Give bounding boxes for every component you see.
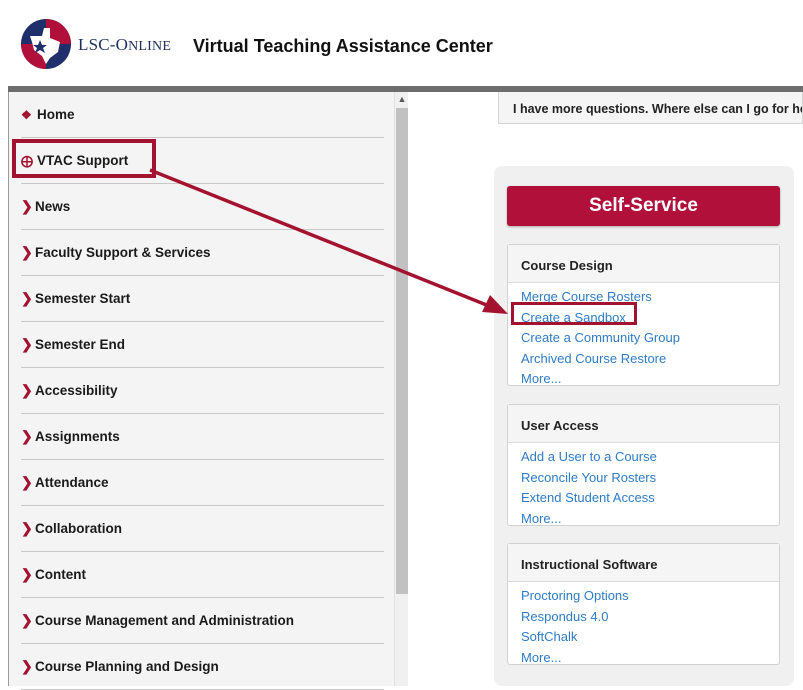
chevron-right-icon: ❯ (21, 520, 33, 536)
course-design-more-link[interactable]: More... (521, 369, 779, 390)
scrollbar-thumb[interactable] (396, 108, 408, 594)
sidebar-item-assignments[interactable]: ❯ Assignments (21, 414, 384, 460)
site-header: LSC-ONLINE Virtual Teaching Assistance C… (8, 0, 803, 90)
sidebar-item-label: Semester End (35, 337, 126, 352)
sidebar-item-content[interactable]: ❯ Content (21, 552, 384, 598)
sidebar-item-faculty-support[interactable]: ❯ Faculty Support & Services (21, 230, 384, 276)
home-icon: ❖ (21, 107, 32, 122)
instructional-software-card: Instructional Software Proctoring Option… (507, 543, 780, 665)
sidebar-item-label: Collaboration (35, 521, 122, 536)
create-community-group-link[interactable]: Create a Community Group (521, 328, 779, 349)
sidebar-item-label: Attendance (35, 475, 109, 490)
sidebar-item-attendance[interactable]: ❯ Attendance (21, 460, 384, 506)
vtac-support-highlight (12, 139, 156, 178)
proctoring-options-link[interactable]: Proctoring Options (521, 586, 779, 607)
sidebar-item-label: Home (37, 107, 75, 122)
card-title: Instructional Software (508, 544, 779, 582)
reconcile-rosters-link[interactable]: Reconcile Your Rosters (521, 468, 779, 489)
user-access-more-link[interactable]: More... (521, 509, 779, 530)
card-title: User Access (508, 405, 779, 443)
chevron-right-icon: ❯ (21, 336, 33, 352)
archived-course-restore-link[interactable]: Archived Course Restore (521, 349, 779, 370)
extend-student-access-link[interactable]: Extend Student Access (521, 488, 779, 509)
sidebar-item-course-planning[interactable]: ❯ Course Planning and Design (21, 644, 384, 690)
sidebar-item-semester-end[interactable]: ❯ Semester End (21, 322, 384, 368)
user-access-card: User Access Add a User to a Course Recon… (507, 404, 780, 526)
sidebar-item-collaboration[interactable]: ❯ Collaboration (21, 506, 384, 552)
chevron-right-icon: ❯ (21, 658, 33, 674)
lsc-logo[interactable] (20, 18, 72, 70)
chevron-right-icon: ❯ (21, 244, 33, 260)
sidebar-item-course-management[interactable]: ❯ Course Management and Administration (21, 598, 384, 644)
sidebar-item-label: Semester Start (35, 291, 131, 306)
sidebar-item-semester-start[interactable]: ❯ Semester Start (21, 276, 384, 322)
sidebar-item-home[interactable]: ❖ Home (21, 92, 384, 138)
sidebar-item-accessibility[interactable]: ❯ Accessibility (21, 368, 384, 414)
chevron-right-icon: ❯ (21, 290, 33, 306)
sidebar-item-label: Accessibility (35, 383, 118, 398)
sidebar: ❖ Home ⨁ VTAC Support ❯ News ❯ Faculty S… (9, 92, 408, 690)
self-service-button[interactable]: Self-Service (507, 186, 780, 226)
create-sandbox-highlight (511, 302, 637, 325)
chevron-right-icon: ❯ (21, 474, 33, 490)
logo-text: LSC-ONLINE (78, 35, 172, 54)
sidebar-item-label: Faculty Support & Services (35, 245, 211, 260)
add-user-to-course-link[interactable]: Add a User to a Course (521, 447, 779, 468)
chevron-right-icon: ❯ (21, 382, 33, 398)
sidebar-item-news[interactable]: ❯ News (21, 184, 384, 230)
chevron-right-icon: ❯ (21, 612, 33, 628)
sidebar-item-label: Course Planning and Design (35, 659, 219, 674)
scroll-up-icon[interactable]: ▲ (395, 92, 409, 106)
sidebar-scrollbar[interactable]: ▲ (394, 92, 408, 686)
chevron-right-icon: ❯ (21, 428, 33, 444)
chevron-right-icon: ❯ (21, 198, 33, 214)
card-title: Course Design (508, 245, 779, 283)
chevron-right-icon: ❯ (21, 566, 33, 582)
softchalk-link[interactable]: SoftChalk (521, 627, 779, 648)
sidebar-item-label: News (35, 199, 71, 214)
instructional-software-more-link[interactable]: More... (521, 648, 779, 669)
site-title[interactable]: Virtual Teaching Assistance Center (193, 36, 493, 57)
faq-question-header[interactable]: I have more questions. Where else can I … (498, 92, 803, 124)
sidebar-item-label: Content (35, 567, 86, 582)
sidebar-item-label: Course Management and Administration (35, 613, 295, 628)
respondus-link[interactable]: Respondus 4.0 (521, 607, 779, 628)
sidebar-item-label: Assignments (35, 429, 120, 444)
